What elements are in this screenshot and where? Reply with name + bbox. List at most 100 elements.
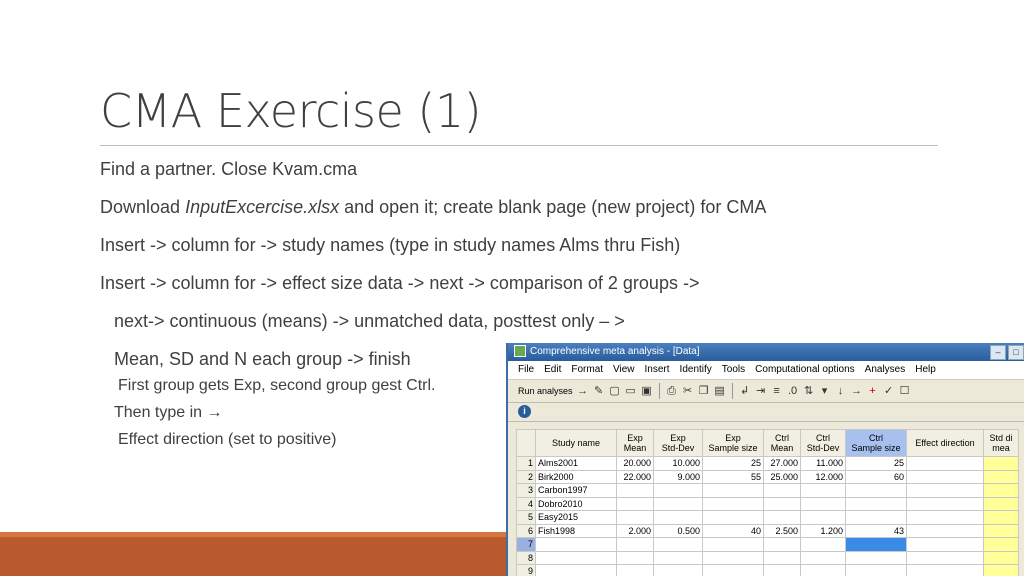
grid-cell-exp-sd[interactable] <box>653 510 703 525</box>
wrench-icon[interactable]: ✎ <box>593 384 605 398</box>
grid-cell-study[interactable] <box>535 564 617 576</box>
grid-cell-ctrl-mean[interactable]: 25.000 <box>763 469 801 484</box>
grid-cell-ctrl-n[interactable]: 25 <box>845 456 907 471</box>
grid-cell-exp-sd[interactable] <box>653 564 703 576</box>
menu-file[interactable]: File <box>518 361 534 379</box>
grid-cell-ctrl-mean[interactable] <box>763 496 801 511</box>
grid-cell-std-diff[interactable] <box>983 550 1019 565</box>
copy-icon[interactable]: ❐ <box>698 384 710 398</box>
grid-cell-std-diff[interactable] <box>983 523 1019 538</box>
table-row[interactable]: 6 Fish1998 2.000 0.500 40 2.500 1.200 43 <box>516 523 1019 538</box>
grid-cell-ctrl-mean[interactable]: 27.000 <box>763 456 801 471</box>
grid-cell-ctrl-n[interactable]: 60 <box>845 469 907 484</box>
grid-cell-ctrl-n[interactable] <box>845 496 907 511</box>
row-number[interactable]: 8 <box>516 550 536 565</box>
grid-cell-exp-mean[interactable] <box>616 550 654 565</box>
grid-cell-exp-sd[interactable] <box>653 550 703 565</box>
table-row[interactable]: 9 <box>516 564 1019 576</box>
menu-identify[interactable]: Identify <box>680 361 712 379</box>
grid-cell-ctrl-n[interactable]: 43 <box>845 523 907 538</box>
grid-cell-exp-n[interactable]: 55 <box>702 469 764 484</box>
grid-cell-ctrl-sd[interactable] <box>800 510 846 525</box>
menu-computational-options[interactable]: Computational options <box>755 361 855 379</box>
grid-cell-std-diff[interactable] <box>983 564 1019 576</box>
grid-cell-ctrl-n[interactable] <box>845 564 907 576</box>
col-exp-mean[interactable]: Exp Mean <box>616 429 654 457</box>
table-row[interactable]: 5 Easy2015 <box>516 510 1019 525</box>
grid-cell-study[interactable]: Fish1998 <box>535 523 617 538</box>
grid-cell-ctrl-sd[interactable]: 1.200 <box>800 523 846 538</box>
grid-cell-ctrl-mean[interactable] <box>763 550 801 565</box>
grid-cell-ctrl-mean[interactable]: 2.500 <box>763 523 801 538</box>
grid-cell-exp-mean[interactable] <box>616 564 654 576</box>
maximize-icon[interactable]: □ <box>1008 345 1024 360</box>
row-number[interactable]: 5 <box>516 510 536 525</box>
grid-cell-study[interactable] <box>535 550 617 565</box>
grid-cell-ctrl-n[interactable] <box>845 550 907 565</box>
table-row[interactable]: 8 <box>516 550 1019 565</box>
table-row[interactable]: 1 Alms2001 20.000 10.000 25 27.000 11.000 25 <box>516 456 1019 471</box>
grid-cell-std-diff[interactable] <box>983 483 1019 498</box>
grid-cell-effect-direction[interactable] <box>906 456 984 471</box>
grid-cell-ctrl-mean[interactable] <box>763 537 801 552</box>
col-std-diff[interactable]: Std di mea <box>983 429 1019 457</box>
menu-view[interactable]: View <box>613 361 635 379</box>
grid-cell-study[interactable]: Alms2001 <box>535 456 617 471</box>
grid-cell-exp-sd[interactable] <box>653 483 703 498</box>
col-effect-direction[interactable]: Effect direction <box>906 429 984 457</box>
grid-cell-ctrl-n[interactable] <box>845 483 907 498</box>
grid-cell-ctrl-sd[interactable] <box>800 496 846 511</box>
col-exp-n[interactable]: Exp Sample size <box>702 429 764 457</box>
grid-cell-study[interactable]: Dobro2010 <box>535 496 617 511</box>
grid-cell-exp-mean[interactable] <box>616 537 654 552</box>
grid-cell-ctrl-sd[interactable] <box>800 550 846 565</box>
grid-cell-std-diff[interactable] <box>983 496 1019 511</box>
minimize-icon[interactable]: – <box>990 345 1006 360</box>
grid-cell-exp-mean[interactable]: 22.000 <box>616 469 654 484</box>
print-icon[interactable]: ⎙ <box>666 384 678 398</box>
grid-cell-ctrl-sd[interactable]: 12.000 <box>800 469 846 484</box>
col-ctrl-mean[interactable]: Ctrl Mean <box>763 429 801 457</box>
grid-cell-study[interactable]: Birk2000 <box>535 469 617 484</box>
grid-cell-study[interactable]: Easy2015 <box>535 510 617 525</box>
check-icon[interactable]: ✓ <box>883 384 895 398</box>
grid-cell-effect-direction[interactable] <box>906 483 984 498</box>
insert-column-icon[interactable]: ↲ <box>739 384 751 398</box>
menu-format[interactable]: Format <box>571 361 603 379</box>
grid-cell-exp-n[interactable]: 40 <box>702 523 764 538</box>
row-number[interactable]: 9 <box>516 564 536 576</box>
save-icon[interactable]: ▣ <box>641 384 653 398</box>
grid-cell-ctrl-sd[interactable] <box>800 537 846 552</box>
grid-cell-exp-sd[interactable]: 0.500 <box>653 523 703 538</box>
grid-cell-effect-direction[interactable] <box>906 537 984 552</box>
grid-cell-std-diff[interactable] <box>983 510 1019 525</box>
row-number[interactable]: 3 <box>516 483 536 498</box>
window-titlebar[interactable]: Comprehensive meta analysis - [Data] – □ <box>508 343 1024 361</box>
grid-cell-study[interactable]: Carbon1997 <box>535 483 617 498</box>
menu-insert[interactable]: Insert <box>645 361 670 379</box>
grid-cell-exp-mean[interactable] <box>616 510 654 525</box>
grid-cell-effect-direction[interactable] <box>906 496 984 511</box>
align-icon[interactable]: ≡ <box>771 384 783 398</box>
checkbox-icon[interactable]: ☐ <box>899 384 911 398</box>
grid-cell-ctrl-mean[interactable] <box>763 564 801 576</box>
grid-cell-effect-direction[interactable] <box>906 564 984 576</box>
grid-cell-exp-n[interactable] <box>702 550 764 565</box>
indent-icon[interactable]: ⇥ <box>755 384 767 398</box>
open-folder-icon[interactable]: ▭ <box>625 384 637 398</box>
col-ctrl-n[interactable]: Ctrl Sample size <box>845 429 907 457</box>
grid-cell-exp-sd[interactable]: 9.000 <box>653 469 703 484</box>
grid-cell-ctrl-n[interactable] <box>845 537 907 552</box>
row-number-header[interactable] <box>516 429 536 457</box>
menu-analyses[interactable]: Analyses <box>865 361 906 379</box>
grid-cell-exp-mean[interactable]: 20.000 <box>616 456 654 471</box>
grid-cell-exp-sd[interactable] <box>653 537 703 552</box>
new-file-icon[interactable]: ▢ <box>609 384 621 398</box>
grid-cell-ctrl-n[interactable] <box>845 510 907 525</box>
grid-cell-ctrl-sd[interactable] <box>800 483 846 498</box>
row-number[interactable]: 7 <box>516 537 536 552</box>
grid-cell-exp-mean[interactable]: 2.000 <box>616 523 654 538</box>
row-number[interactable]: 4 <box>516 496 536 511</box>
grid-cell-exp-n[interactable] <box>702 564 764 576</box>
grid-cell-effect-direction[interactable] <box>906 510 984 525</box>
